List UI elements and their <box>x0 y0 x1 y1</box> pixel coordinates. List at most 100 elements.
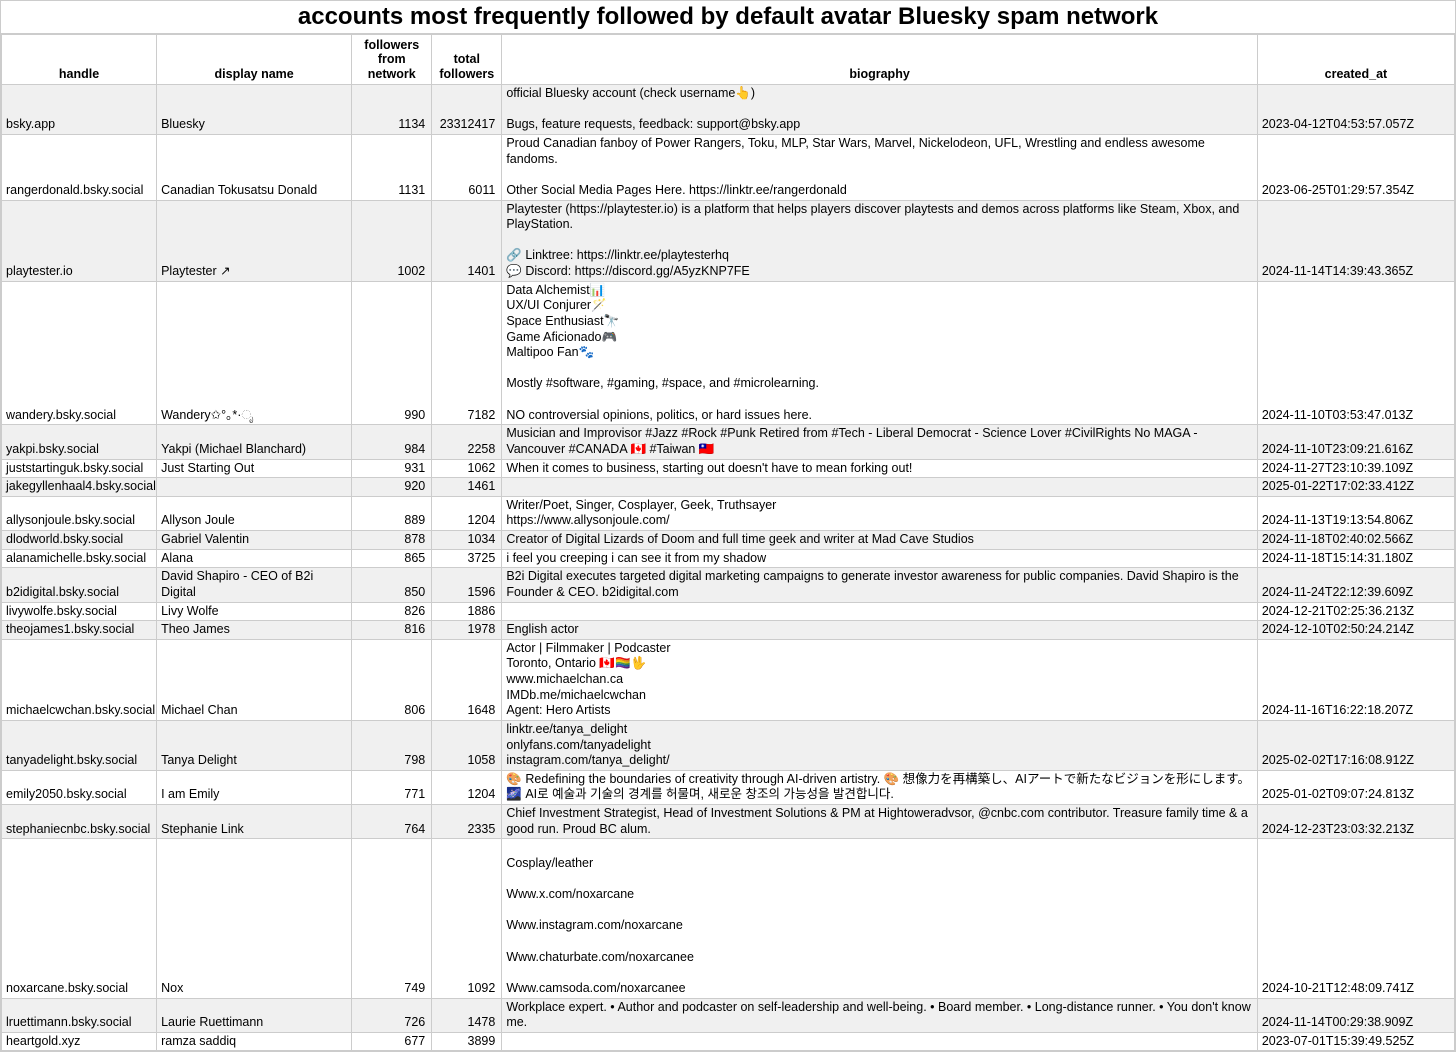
cell-biography[interactable]: Writer/Poet, Singer, Cosplayer, Geek, Tr… <box>502 496 1258 530</box>
cell-display-name[interactable]: David Shapiro - CEO of B2i Digital <box>157 568 352 602</box>
cell-biography[interactable]: Creator of Digital Lizards of Doom and f… <box>502 531 1258 550</box>
cell-handle[interactable]: yakpi.bsky.social <box>2 425 157 459</box>
col-handle[interactable]: handle <box>2 35 157 85</box>
cell-created-at[interactable]: 2023-07-01T15:39:49.525Z <box>1257 1032 1454 1051</box>
cell-total-followers[interactable]: 2335 <box>432 805 502 839</box>
cell-followers-from-network[interactable]: 677 <box>352 1032 432 1051</box>
cell-followers-from-network[interactable]: 1134 <box>352 85 432 135</box>
cell-display-name[interactable]: Bluesky <box>157 85 352 135</box>
cell-display-name[interactable]: Playtester ↗ <box>157 200 352 281</box>
cell-biography[interactable]: 🎨 Redefining the boundaries of creativit… <box>502 770 1258 804</box>
cell-created-at[interactable]: 2024-11-18T02:40:02.566Z <box>1257 531 1454 550</box>
cell-created-at[interactable]: 2024-12-21T02:25:36.213Z <box>1257 602 1454 621</box>
cell-handle[interactable]: michaelcwchan.bsky.social <box>2 639 157 720</box>
cell-total-followers[interactable]: 6011 <box>432 135 502 201</box>
cell-created-at[interactable]: 2024-11-14T00:29:38.909Z <box>1257 998 1454 1032</box>
cell-biography[interactable]: Proud Canadian fanboy of Power Rangers, … <box>502 135 1258 201</box>
cell-display-name[interactable]: Allyson Joule <box>157 496 352 530</box>
cell-display-name[interactable]: Nox <box>157 839 352 998</box>
table-row[interactable]: dlodworld.bsky.socialGabriel Valentin878… <box>2 531 1455 550</box>
cell-handle[interactable]: alanamichelle.bsky.social <box>2 549 157 568</box>
cell-created-at[interactable]: 2024-11-10T23:09:21.616Z <box>1257 425 1454 459</box>
table-row[interactable]: tanyadelight.bsky.socialTanya Delight798… <box>2 720 1455 770</box>
table-row[interactable]: juststartinguk.bsky.socialJust Starting … <box>2 459 1455 478</box>
cell-total-followers[interactable]: 1092 <box>432 839 502 998</box>
cell-handle[interactable]: lruettimann.bsky.social <box>2 998 157 1032</box>
cell-created-at[interactable]: 2023-06-25T01:29:57.354Z <box>1257 135 1454 201</box>
cell-followers-from-network[interactable]: 889 <box>352 496 432 530</box>
col-followers-from-network[interactable]: followers from network <box>352 35 432 85</box>
cell-biography[interactable]: i feel you creeping i can see it from my… <box>502 549 1258 568</box>
cell-followers-from-network[interactable]: 931 <box>352 459 432 478</box>
table-row[interactable]: b2idigital.bsky.socialDavid Shapiro - CE… <box>2 568 1455 602</box>
cell-handle[interactable]: dlodworld.bsky.social <box>2 531 157 550</box>
cell-total-followers[interactable]: 1886 <box>432 602 502 621</box>
cell-followers-from-network[interactable]: 726 <box>352 998 432 1032</box>
cell-biography[interactable] <box>502 478 1258 497</box>
cell-handle[interactable]: stephaniecnbc.bsky.social <box>2 805 157 839</box>
cell-created-at[interactable]: 2024-11-18T15:14:31.180Z <box>1257 549 1454 568</box>
cell-followers-from-network[interactable]: 764 <box>352 805 432 839</box>
col-total-followers[interactable]: total followers <box>432 35 502 85</box>
table-row[interactable]: allysonjoule.bsky.socialAllyson Joule889… <box>2 496 1455 530</box>
table-row[interactable]: theojames1.bsky.socialTheo James8161978E… <box>2 621 1455 640</box>
cell-display-name[interactable]: Alana <box>157 549 352 568</box>
cell-followers-from-network[interactable]: 1131 <box>352 135 432 201</box>
cell-display-name[interactable] <box>157 478 352 497</box>
cell-total-followers[interactable]: 1058 <box>432 720 502 770</box>
cell-biography[interactable] <box>502 602 1258 621</box>
cell-total-followers[interactable]: 1062 <box>432 459 502 478</box>
cell-total-followers[interactable]: 1978 <box>432 621 502 640</box>
cell-followers-from-network[interactable]: 749 <box>352 839 432 998</box>
cell-followers-from-network[interactable]: 984 <box>352 425 432 459</box>
cell-handle[interactable]: emily2050.bsky.social <box>2 770 157 804</box>
cell-display-name[interactable]: Wandery✩°｡*·ೃ <box>157 281 352 425</box>
cell-created-at[interactable]: 2025-01-22T17:02:33.412Z <box>1257 478 1454 497</box>
cell-handle[interactable]: b2idigital.bsky.social <box>2 568 157 602</box>
cell-total-followers[interactable]: 7182 <box>432 281 502 425</box>
cell-handle[interactable]: jakegyllenhaal4.bsky.social <box>2 478 157 497</box>
table-row[interactable]: stephaniecnbc.bsky.socialStephanie Link7… <box>2 805 1455 839</box>
col-display-name[interactable]: display name <box>157 35 352 85</box>
col-biography[interactable]: biography <box>502 35 1258 85</box>
cell-total-followers[interactable]: 1204 <box>432 496 502 530</box>
cell-total-followers[interactable]: 2258 <box>432 425 502 459</box>
cell-created-at[interactable]: 2024-11-10T03:53:47.013Z <box>1257 281 1454 425</box>
cell-total-followers[interactable]: 1034 <box>432 531 502 550</box>
cell-handle[interactable]: juststartinguk.bsky.social <box>2 459 157 478</box>
cell-handle[interactable]: noxarcane.bsky.social <box>2 839 157 998</box>
table-row[interactable]: bsky.appBluesky113423312417official Blue… <box>2 85 1455 135</box>
cell-created-at[interactable]: 2025-01-02T09:07:24.813Z <box>1257 770 1454 804</box>
cell-handle[interactable]: wandery.bsky.social <box>2 281 157 425</box>
cell-display-name[interactable]: Tanya Delight <box>157 720 352 770</box>
cell-created-at[interactable]: 2023-04-12T04:53:57.057Z <box>1257 85 1454 135</box>
cell-biography[interactable] <box>502 1032 1258 1051</box>
cell-display-name[interactable]: I am Emily <box>157 770 352 804</box>
cell-biography[interactable]: B2i Digital executes targeted digital ma… <box>502 568 1258 602</box>
col-created-at[interactable]: created_at <box>1257 35 1454 85</box>
table-row[interactable]: jakegyllenhaal4.bsky.social92014612025-0… <box>2 478 1455 497</box>
cell-biography[interactable]: Actor | Filmmaker | Podcaster Toronto, O… <box>502 639 1258 720</box>
cell-total-followers[interactable]: 1401 <box>432 200 502 281</box>
table-row[interactable]: rangerdonald.bsky.socialCanadian Tokusat… <box>2 135 1455 201</box>
cell-biography[interactable]: Musician and Improvisor #Jazz #Rock #Pun… <box>502 425 1258 459</box>
cell-display-name[interactable]: Yakpi (Michael Blanchard) <box>157 425 352 459</box>
cell-created-at[interactable]: 2024-12-10T02:50:24.214Z <box>1257 621 1454 640</box>
cell-total-followers[interactable]: 3899 <box>432 1032 502 1051</box>
cell-total-followers[interactable]: 1648 <box>432 639 502 720</box>
cell-created-at[interactable]: 2024-11-27T23:10:39.109Z <box>1257 459 1454 478</box>
cell-total-followers[interactable]: 1596 <box>432 568 502 602</box>
cell-display-name[interactable]: Theo James <box>157 621 352 640</box>
cell-created-at[interactable]: 2024-12-23T23:03:32.213Z <box>1257 805 1454 839</box>
cell-display-name[interactable]: Gabriel Valentin <box>157 531 352 550</box>
cell-followers-from-network[interactable]: 771 <box>352 770 432 804</box>
cell-handle[interactable]: bsky.app <box>2 85 157 135</box>
table-row[interactable]: lruettimann.bsky.socialLaurie Ruettimann… <box>2 998 1455 1032</box>
cell-biography[interactable]: linktr.ee/tanya_delight onlyfans.com/tan… <box>502 720 1258 770</box>
cell-total-followers[interactable]: 1204 <box>432 770 502 804</box>
cell-handle[interactable]: heartgold.xyz <box>2 1032 157 1051</box>
table-row[interactable]: livywolfe.bsky.socialLivy Wolfe826188620… <box>2 602 1455 621</box>
table-row[interactable]: heartgold.xyzramza saddiq67738992023-07-… <box>2 1032 1455 1051</box>
table-row[interactable]: alanamichelle.bsky.socialAlana8653725i f… <box>2 549 1455 568</box>
cell-created-at[interactable]: 2024-11-24T22:12:39.609Z <box>1257 568 1454 602</box>
